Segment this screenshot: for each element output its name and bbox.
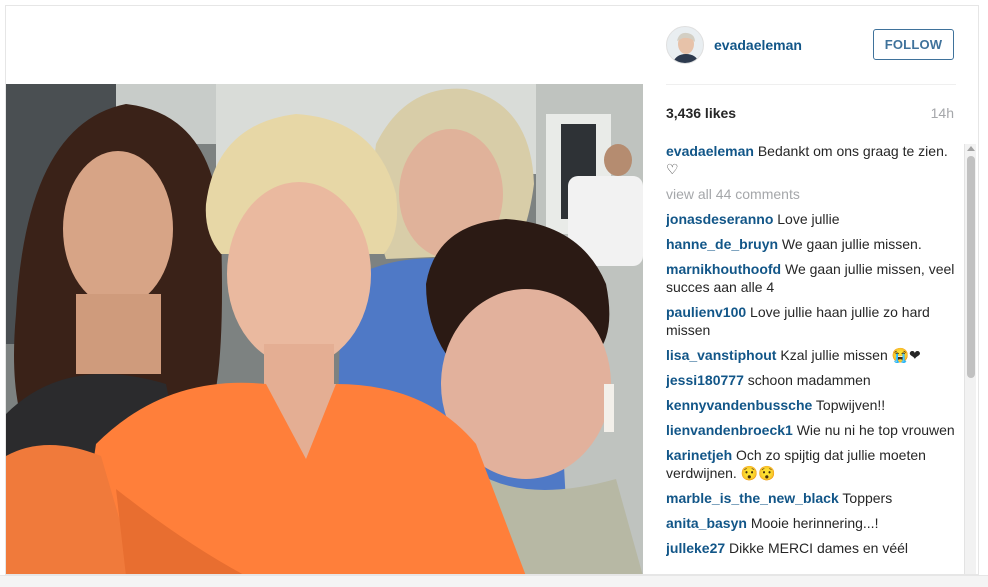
comment-username[interactable]: marnikhouthoofd bbox=[666, 261, 781, 277]
view-all-comments-link[interactable]: view all 44 comments bbox=[666, 185, 958, 203]
post-photo[interactable] bbox=[6, 84, 643, 574]
username-link[interactable]: evadaeleman bbox=[714, 37, 802, 53]
comment-username[interactable]: lienvandenbroeck1 bbox=[666, 422, 793, 438]
comment-username[interactable]: karinetjeh bbox=[666, 447, 732, 463]
comment-item: hanne_de_bruyn We gaan jullie missen. bbox=[666, 235, 958, 253]
comment-item: jonasdeseranno Love jullie bbox=[666, 210, 958, 228]
comment-text: Wie nu ni he top vrouwen bbox=[792, 422, 955, 438]
comment-item: jessi180777 schoon madammen bbox=[666, 371, 958, 389]
comment-text: Love jullie bbox=[773, 211, 840, 227]
caption: evadaeleman Bedankt om ons graag te zien… bbox=[666, 142, 958, 178]
post-header: evadaeleman FOLLOW bbox=[666, 6, 956, 85]
scroll-up-arrow-icon[interactable] bbox=[967, 146, 975, 151]
comment-username[interactable]: marble_is_the_new_black bbox=[666, 490, 839, 506]
comment-username[interactable]: anita_basyn bbox=[666, 515, 747, 531]
comment-item: lisa_vanstiphout Kzal jullie missen 😭❤ bbox=[666, 346, 958, 364]
post-time[interactable]: 14h bbox=[931, 105, 954, 121]
comment-username[interactable]: lisa_vanstiphout bbox=[666, 347, 776, 363]
comment-username[interactable]: jonasdeseranno bbox=[666, 211, 773, 227]
comment-text: Toppers bbox=[838, 490, 893, 506]
comment-text: Dikke MERCI dames en véél bbox=[725, 540, 908, 556]
follow-button[interactable]: FOLLOW bbox=[873, 29, 954, 60]
profile-avatar[interactable] bbox=[666, 26, 704, 64]
comment-username[interactable]: jessi180777 bbox=[666, 372, 744, 388]
comment-item: marnikhouthoofd We gaan jullie missen, v… bbox=[666, 260, 958, 296]
likes-count[interactable]: 3,436 likes bbox=[666, 105, 736, 121]
page-bottom-edge bbox=[0, 575, 988, 587]
comment-text: Kzal jullie missen 😭❤ bbox=[776, 347, 921, 363]
comment-item: paulienv100 Love jullie haan jullie zo h… bbox=[666, 303, 958, 339]
comment-item: kennyvandenbussche Topwijven!! bbox=[666, 396, 958, 414]
comment-item: anita_basyn Mooie herinnering...! bbox=[666, 514, 958, 532]
scrollbar-thumb[interactable] bbox=[967, 156, 975, 378]
comment-item: marble_is_the_new_black Toppers bbox=[666, 489, 958, 507]
comment-item: lienvandenbroeck1 Wie nu ni he top vrouw… bbox=[666, 421, 958, 439]
caption-username[interactable]: evadaeleman bbox=[666, 143, 754, 159]
comments-scrollbar[interactable] bbox=[964, 144, 976, 574]
post-sidebar: evadaeleman FOLLOW 3,436 likes 14h evada… bbox=[666, 6, 978, 574]
comment-text: Mooie herinnering...! bbox=[746, 515, 879, 531]
comment-text: Topwijven!! bbox=[812, 397, 886, 413]
comment-text: schoon madammen bbox=[743, 372, 871, 388]
comment-text: We gaan jullie missen. bbox=[778, 236, 922, 252]
likes-row: 3,436 likes 14h bbox=[666, 102, 956, 122]
post-card: evadaeleman FOLLOW 3,436 likes 14h evada… bbox=[5, 5, 979, 575]
avatar-icon bbox=[667, 27, 703, 63]
comment-username[interactable]: hanne_de_bruyn bbox=[666, 236, 778, 252]
comment-username[interactable]: julleke27 bbox=[666, 540, 725, 556]
comment-username[interactable]: kennyvandenbussche bbox=[666, 397, 812, 413]
comment-item: julleke27 Dikke MERCI dames en véél bbox=[666, 539, 958, 557]
comment-list: evadaeleman Bedankt om ons graag te zien… bbox=[666, 142, 958, 574]
comment-username[interactable]: paulienv100 bbox=[666, 304, 746, 320]
comment-item: karinetjeh Och zo spijtig dat jullie moe… bbox=[666, 446, 958, 482]
selfie-image bbox=[6, 84, 643, 574]
